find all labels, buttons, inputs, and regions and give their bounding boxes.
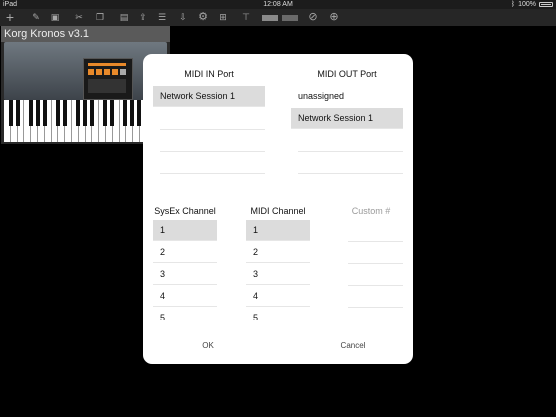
sysex-channel-item[interactable]: 1 [153,220,217,241]
gear-icon[interactable]: ⚙ [197,11,209,24]
midi-in-header: MIDI IN Port [184,69,234,79]
save-icon[interactable]: ▣ [49,11,61,24]
midi-channel-item[interactable]: 4 [246,286,310,307]
battery-percent: 100% [518,1,536,8]
copy-icon[interactable]: ❐ [94,11,106,24]
fader-icon[interactable] [282,15,298,21]
midi-channel-item[interactable]: 1 [246,220,310,241]
routing-icon[interactable]: ⊞ [216,11,230,24]
midi-out-header: MIDI OUT Port [317,69,377,79]
synth-screen [83,58,133,100]
bluetooth-icon: ᛒ [510,1,516,8]
sysex-channel-item[interactable]: 2 [153,242,217,263]
cancel-button[interactable]: Cancel [328,341,378,350]
midi-channel-item[interactable]: 5 [246,308,310,320]
sysex-channel-item[interactable]: 3 [153,264,217,285]
edit-icon[interactable]: ✎ [30,11,42,24]
ok-button[interactable]: OK [188,341,228,350]
midi-out-item[interactable]: Network Session 1 [291,108,403,129]
prohibited-icon[interactable]: ⊘ [307,11,319,24]
add-icon[interactable]: + [4,10,16,24]
upload-icon[interactable]: ⇪ [137,11,149,24]
cut-icon[interactable]: ✂ [73,11,85,24]
sysex-channel-header: SysEx Channel [154,206,216,216]
level-bar-icon[interactable] [262,15,278,21]
battery-icon [539,2,553,7]
midi-out-item[interactable]: unassigned [291,86,403,107]
midi-channel-item[interactable]: 2 [246,242,310,263]
sysex-channel-item[interactable]: 4 [153,286,217,307]
midi-in-item[interactable]: Network Session 1 [153,86,265,107]
filter-icon[interactable]: ⊤ [240,11,252,24]
midi-settings-dialog: MIDI IN Port Network Session 1 MIDI OUT … [143,54,413,364]
midi-channel-item[interactable]: 3 [246,264,310,285]
sysex-channel-item[interactable]: 5 [153,308,217,320]
status-bar: iPad 12:08 AM ᛒ 100% [0,0,556,9]
download-icon[interactable]: ⇩ [177,11,189,24]
device-title: Korg Kronos v3.1 [1,26,170,42]
midi-channel-header: MIDI Channel [250,206,306,216]
paste-icon[interactable]: ▤ [118,11,130,24]
mixer-icon[interactable]: ☰ [156,11,168,24]
globe-icon[interactable]: ⊕ [328,11,340,24]
status-time: 12:08 AM [263,1,293,8]
toolbar: + ✎ ▣ ✂ ❐ ▤ ⇪ ☰ ⇩ ⚙ ⊞ ⊤ ⊘ ⊕ [0,9,556,26]
custom-header: Custom # [351,206,391,216]
